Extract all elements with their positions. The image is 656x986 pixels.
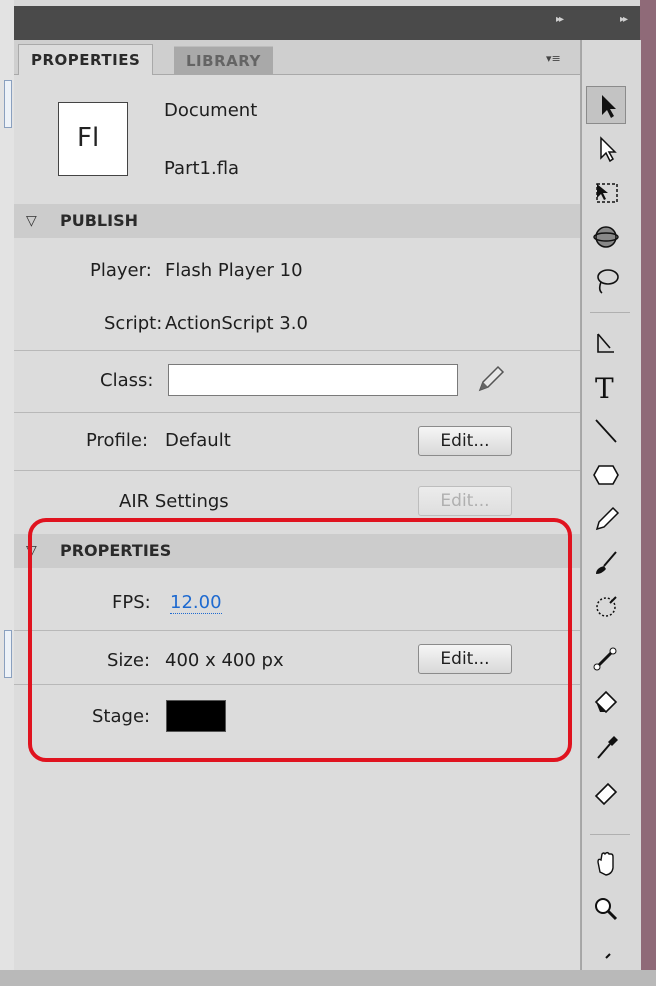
selection-tool-icon[interactable]	[586, 86, 626, 124]
bone-tool-icon[interactable]	[586, 640, 626, 678]
edge-marker	[4, 630, 12, 678]
text-tool-icon[interactable]: T	[586, 368, 626, 406]
panel-tab-bar: PROPERTIES LIBRARY ▾≡	[14, 40, 580, 75]
line-tool-icon[interactable]	[586, 412, 626, 450]
profile-edit-button[interactable]: Edit...	[418, 426, 512, 456]
paint-bucket-tool-icon[interactable]	[586, 684, 626, 722]
edge-marker	[4, 80, 12, 128]
pencil-tool-icon[interactable]	[586, 500, 626, 538]
collapse-panels-button[interactable]: ▸▸	[556, 14, 564, 25]
deco-tool-icon[interactable]	[586, 588, 626, 626]
collapse-toolbar-button[interactable]: ▸▸	[620, 14, 628, 25]
edit-class-pencil-icon[interactable]	[472, 362, 508, 398]
script-label: Script:	[104, 313, 163, 334]
eyedropper-tool-icon[interactable]	[586, 728, 626, 766]
lasso-tool-icon[interactable]	[586, 262, 626, 300]
player-value: Flash Player 10	[165, 260, 303, 281]
script-value: ActionScript 3.0	[165, 313, 308, 334]
hand-tool-icon[interactable]	[586, 844, 626, 882]
collapse-triangle-icon: ▽	[26, 213, 37, 229]
air-settings-edit-button: Edit...	[418, 486, 512, 516]
brush-tool-icon[interactable]	[586, 544, 626, 582]
app-left-edge	[0, 0, 15, 970]
rectangle-tool-icon[interactable]	[586, 456, 626, 494]
tab-library[interactable]: LIBRARY	[174, 46, 273, 75]
annotation-highlight-box	[28, 518, 572, 762]
class-label: Class:	[100, 370, 154, 391]
tab-properties[interactable]: PROPERTIES	[18, 44, 154, 75]
subselection-tool-icon[interactable]	[586, 130, 626, 168]
more-tools-icon[interactable]	[586, 944, 626, 982]
panel-dock-header: ▸▸ ▸▸	[14, 0, 640, 40]
panel-menu-button[interactable]: ▾≡	[546, 52, 561, 65]
air-settings-label: AIR Settings	[119, 491, 229, 512]
class-input[interactable]	[168, 364, 458, 396]
player-label: Player:	[90, 260, 152, 281]
pen-tool-icon[interactable]	[586, 324, 626, 362]
eraser-tool-icon[interactable]	[586, 772, 626, 810]
document-file-name: Part1.fla	[164, 158, 240, 179]
zoom-tool-icon[interactable]	[586, 890, 626, 928]
document-type-label: Document	[164, 100, 258, 121]
flash-document-icon: Fl	[58, 102, 128, 176]
free-transform-tool-icon[interactable]	[586, 174, 626, 212]
profile-value: Default	[165, 430, 231, 451]
publish-section-header[interactable]: ▽ PUBLISH	[14, 204, 580, 238]
svg-text:T: T	[595, 372, 614, 405]
3d-rotation-tool-icon[interactable]	[586, 218, 626, 256]
profile-label: Profile:	[86, 430, 149, 451]
desktop-background	[640, 0, 656, 970]
